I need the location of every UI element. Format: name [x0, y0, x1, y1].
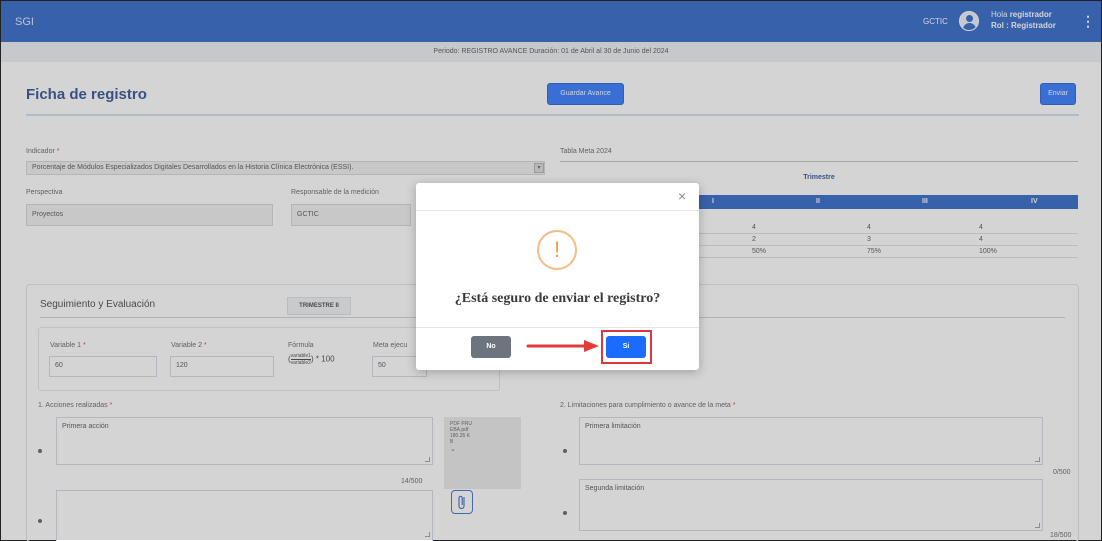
warning-icon: !: [537, 230, 577, 270]
close-icon[interactable]: ×: [678, 188, 686, 204]
dialog-question: ¿Está seguro de enviar el registro?: [454, 291, 661, 306]
yes-button[interactable]: Si: [606, 336, 646, 358]
dialog-footer-divider: [416, 327, 699, 328]
confirm-dialog: × ! ¿Está seguro de enviar el registro? …: [416, 183, 699, 370]
dialog-header-divider: [416, 210, 699, 211]
arrow-right-icon: [526, 340, 599, 352]
no-button[interactable]: No: [471, 336, 511, 358]
